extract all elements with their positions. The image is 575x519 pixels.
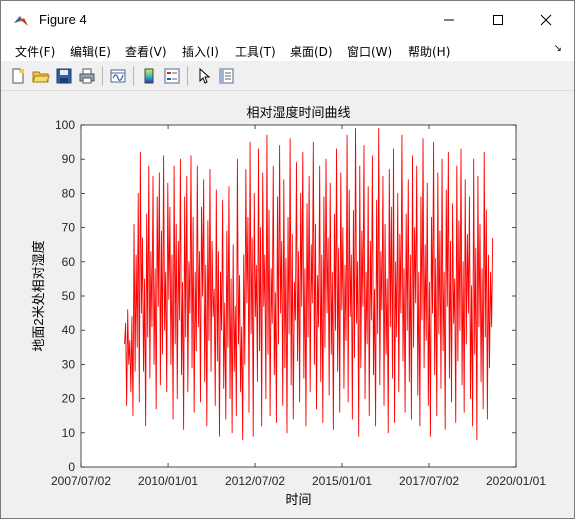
window-title: Figure 4 xyxy=(39,12,87,27)
maximize-button[interactable] xyxy=(475,1,521,39)
menu-tools[interactable]: 工具(T) xyxy=(235,43,276,60)
toolbar-separator xyxy=(102,66,103,86)
matlab-icon xyxy=(14,16,28,26)
close-icon xyxy=(540,14,552,26)
close-button[interactable] xyxy=(523,1,569,39)
x-axis-label: 时间 xyxy=(285,492,311,507)
menu-file[interactable]: 文件(F) xyxy=(15,43,55,60)
y-tick-label: 10 xyxy=(62,426,76,440)
menu-edit[interactable]: 编辑(E) xyxy=(70,43,111,60)
menu-help[interactable]: 帮助(H) xyxy=(408,43,450,60)
y-tick-label: 50 xyxy=(62,289,76,303)
menu-window[interactable]: 窗口(W) xyxy=(347,43,392,60)
chart-title: 相对湿度时间曲线 xyxy=(246,105,350,120)
y-tick-label: 0 xyxy=(68,460,75,474)
minimize-icon xyxy=(444,19,454,21)
y-axis-label: 地面2米处相对湿度 xyxy=(31,240,46,351)
y-tick-label: 40 xyxy=(62,323,76,337)
minimize-button[interactable] xyxy=(426,1,472,39)
colorbar-icon[interactable] xyxy=(140,67,158,85)
y-tick-label: 80 xyxy=(62,186,76,200)
y-tick-label: 30 xyxy=(62,357,76,371)
figure-canvas: 0 10 20 30 40 50 60 70 80 90 100 2007/07/02 2010/01/… xyxy=(9,91,566,511)
title-bar[interactable]: Figure 4 xyxy=(1,1,574,39)
menu-desktop[interactable]: 桌面(D) xyxy=(290,43,333,60)
x-tick-label: 2010/01/01 xyxy=(138,474,198,488)
menu-insert[interactable]: 插入(I) xyxy=(182,43,219,60)
link-plot-icon[interactable] xyxy=(109,67,127,85)
toolbar-separator xyxy=(187,66,188,86)
pointer-icon[interactable] xyxy=(195,67,213,85)
toolbar-separator xyxy=(133,66,134,86)
x-tick-label: 2015/01/01 xyxy=(312,474,372,488)
dock-arrow-icon[interactable]: ↘ xyxy=(554,43,562,54)
maximize-icon xyxy=(493,15,503,25)
figure-window: Figure 4 文件(F) 编辑(E) 查看(V) 插入(I) 工具(T) 桌… xyxy=(0,0,575,519)
y-tick-label: 60 xyxy=(62,255,76,269)
figure-toolbar xyxy=(1,62,574,91)
x-tick-label: 2007/07/02 xyxy=(51,474,111,488)
print-icon[interactable] xyxy=(78,67,96,85)
legend-icon[interactable] xyxy=(163,67,181,85)
x-tick-label: 2012/07/02 xyxy=(225,474,285,488)
y-tick-label: 100 xyxy=(55,118,75,132)
menu-bar: 文件(F) 编辑(E) 查看(V) 插入(I) 工具(T) 桌面(D) 窗口(W… xyxy=(1,39,574,61)
property-editor-icon[interactable] xyxy=(217,67,235,85)
y-tick-label: 90 xyxy=(62,152,76,166)
new-figure-icon[interactable] xyxy=(9,67,27,85)
menu-view[interactable]: 查看(V) xyxy=(125,43,167,60)
save-icon[interactable] xyxy=(55,67,73,85)
x-tick-label: 2020/01/01 xyxy=(486,474,546,488)
open-file-icon[interactable] xyxy=(32,67,50,85)
y-tick-label: 20 xyxy=(62,392,76,406)
y-tick-label: 70 xyxy=(62,221,76,235)
x-tick-label: 2017/07/02 xyxy=(399,474,459,488)
line-chart: 0 10 20 30 40 50 60 70 80 90 100 2007/07/02 2010/01/… xyxy=(31,105,546,507)
